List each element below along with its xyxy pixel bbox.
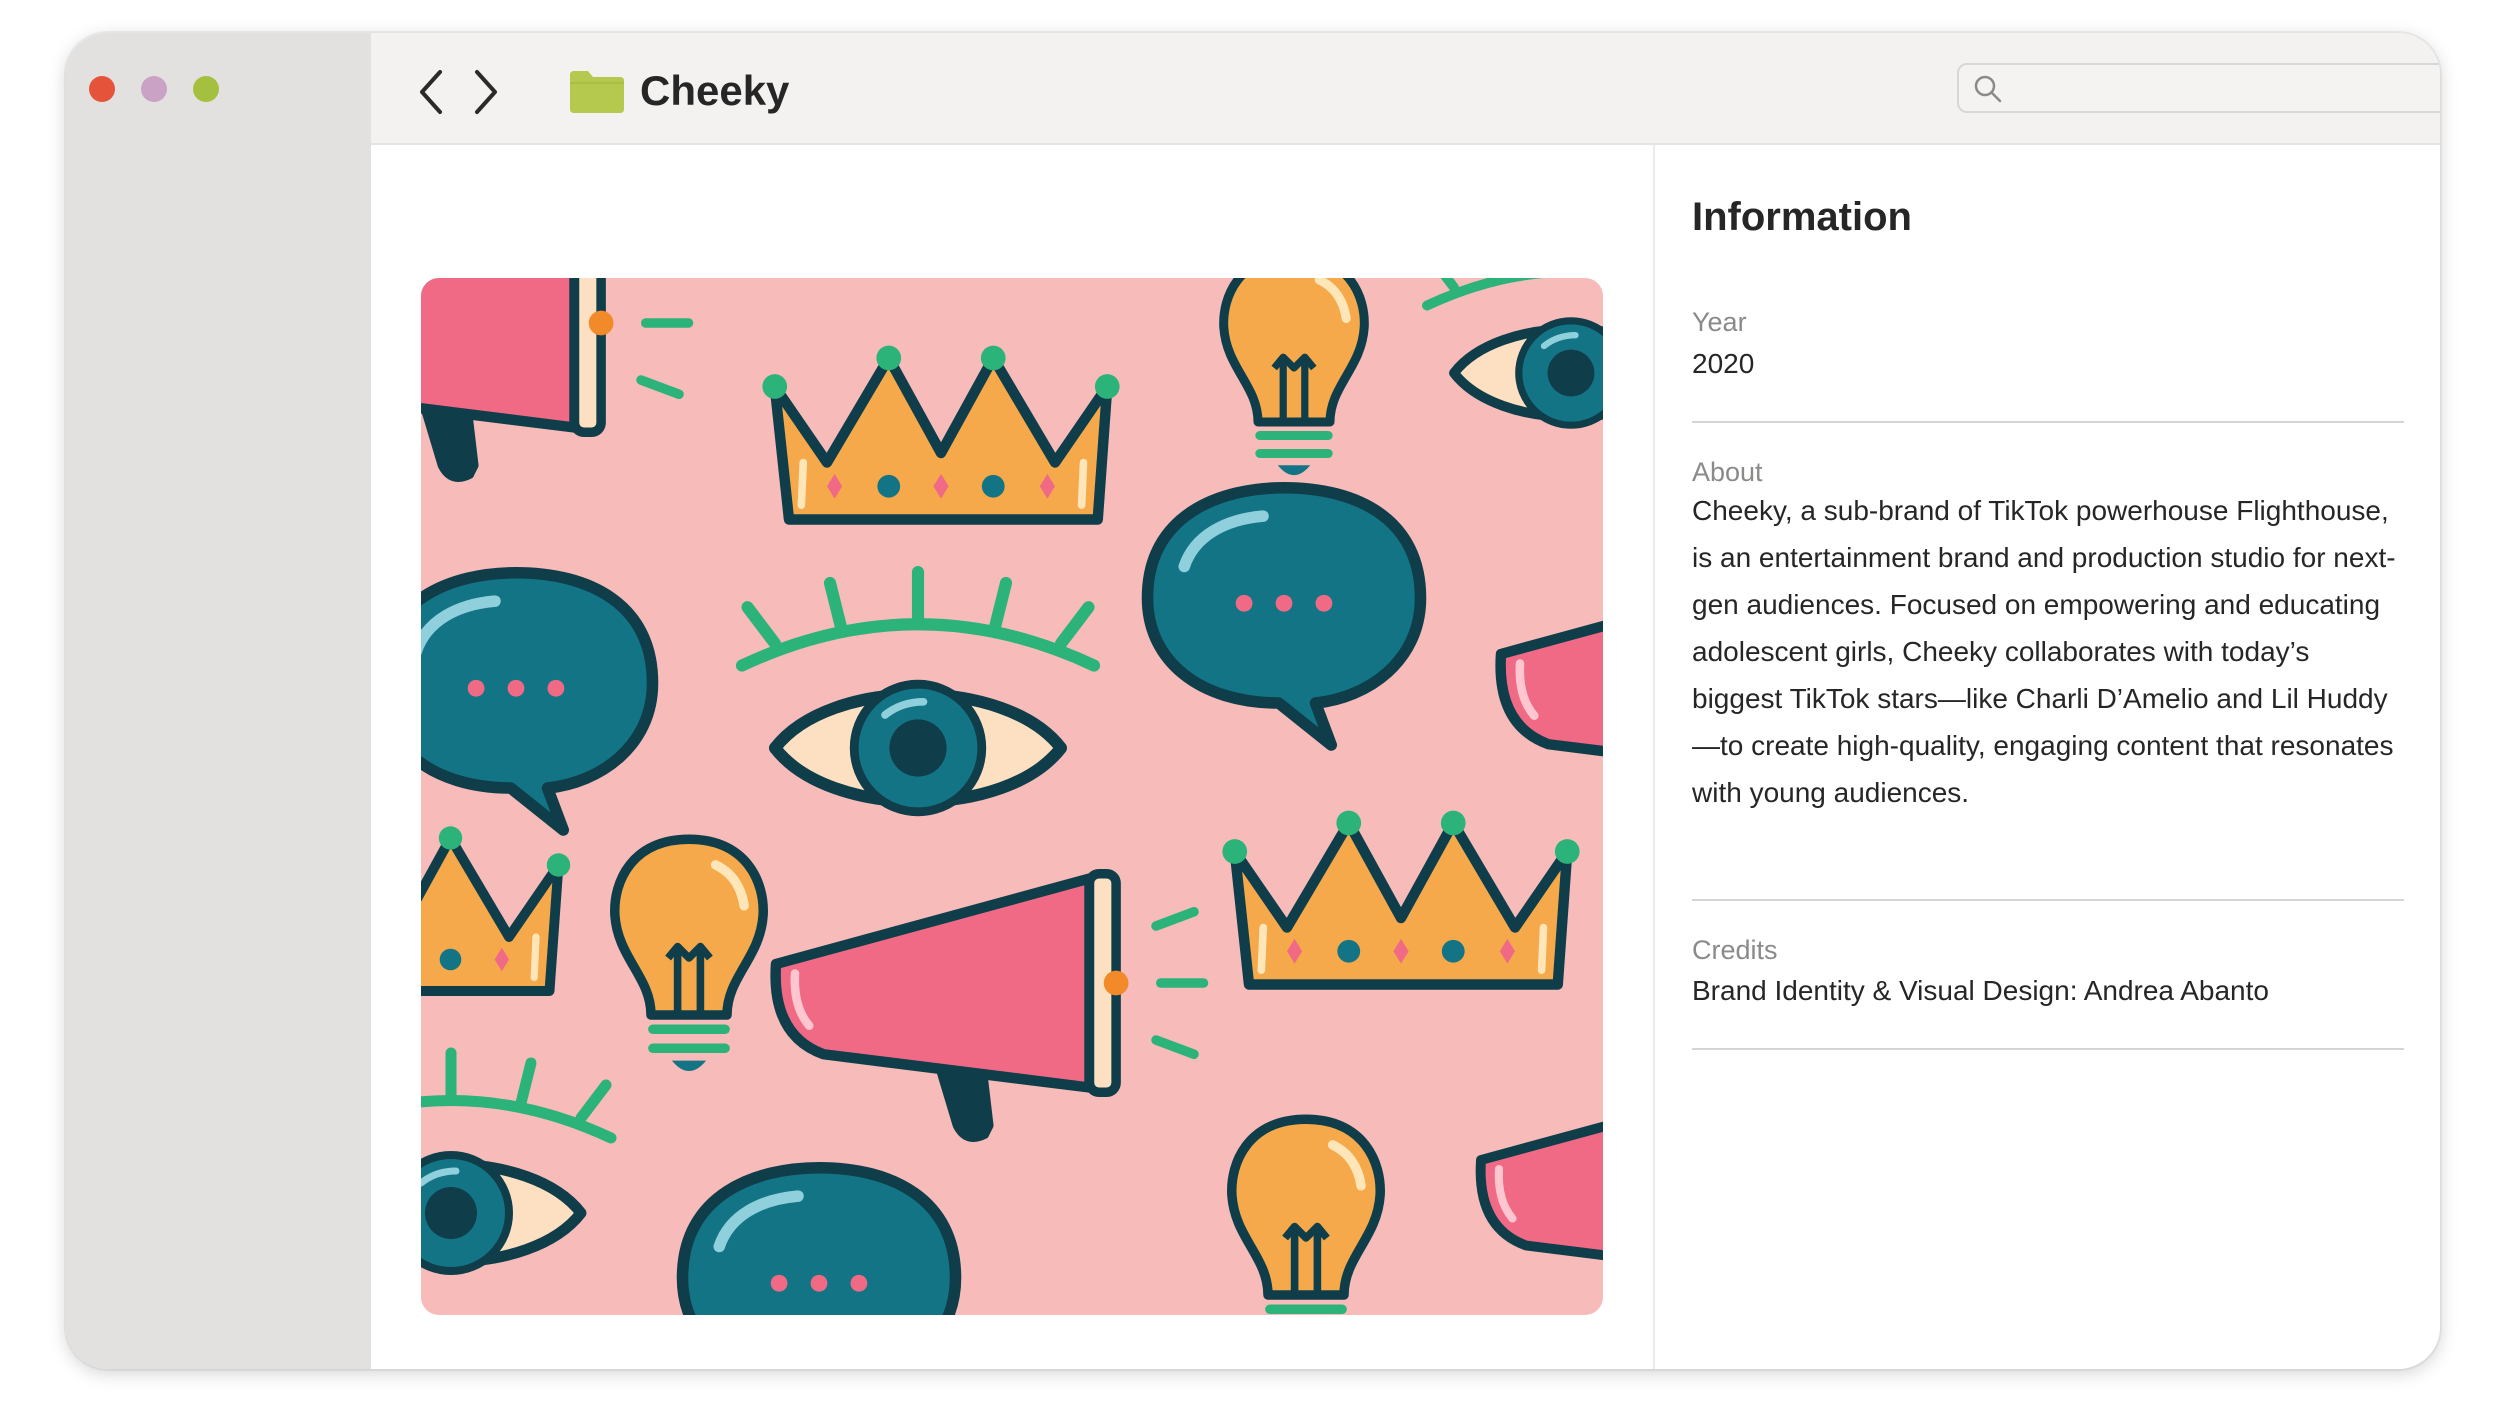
credits-label: Credits [1692, 935, 1778, 965]
chevron-right-icon [475, 70, 497, 114]
close-button[interactable] [89, 76, 115, 102]
info-panel: Information Year 2020 About Cheeky, a su… [1653, 145, 2440, 1369]
folder-title: Cheeky [640, 67, 790, 114]
year-value: 2020 [1692, 348, 1755, 379]
year-label: Year [1692, 307, 1747, 337]
cheeky-pattern-illustration [421, 278, 1603, 1315]
search-field[interactable] [1957, 63, 2440, 113]
divider [1692, 899, 2404, 901]
finder-window: Cheeky Information Year 2020 About Cheek… [66, 33, 2440, 1369]
minimize-button[interactable] [141, 76, 167, 102]
preview-pane [371, 145, 1653, 1369]
credits-value: Brand Identity & Visual Design: Andrea A… [1692, 975, 2269, 1006]
search-icon [1974, 75, 2002, 103]
divider [1692, 421, 2404, 423]
divider [1692, 1048, 2404, 1050]
preview-image [421, 278, 1603, 1315]
toolbar: Cheeky [371, 33, 2440, 145]
back-button[interactable] [409, 65, 453, 119]
about-label: About [1692, 457, 1763, 487]
sidebar [66, 33, 371, 1369]
zoom-button[interactable] [193, 76, 219, 102]
chevron-left-icon [420, 70, 442, 114]
folder-icon [570, 71, 624, 113]
info-heading: Information [1692, 195, 1912, 239]
about-value: Cheeky, a sub-brand of TikTok powerhouse… [1692, 495, 2396, 808]
search-input[interactable] [2015, 65, 2440, 113]
forward-button[interactable] [464, 65, 508, 119]
